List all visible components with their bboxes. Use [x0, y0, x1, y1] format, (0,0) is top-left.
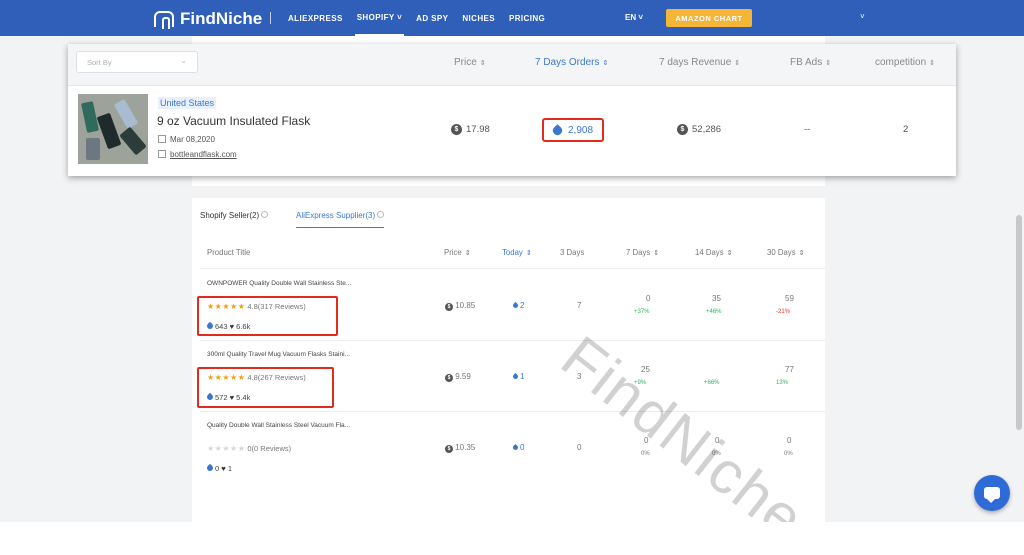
page-bottom-area: [0, 522, 1024, 555]
change-30-days: 13%: [776, 380, 789, 386]
orders-14-days: 35: [712, 294, 721, 303]
detail-header-today[interactable]: Today ⇕: [502, 248, 532, 257]
supplier-product-title[interactable]: 300ml Quality Travel Mug Vacuum Flasks S…: [207, 351, 350, 358]
orders-3-days: 7: [577, 301, 582, 310]
tag-icon: [551, 123, 564, 137]
user-menu-caret[interactable]: ˅: [860, 12, 865, 21]
help-icon: [261, 211, 269, 218]
sort-icon: ⇕: [825, 60, 832, 67]
nav-item-shopify[interactable]: SHOPIFY ˅: [354, 0, 405, 36]
store-link[interactable]: bottleandflask.com: [158, 150, 237, 159]
product-revenue: $52,286: [677, 124, 721, 135]
today-orders: 0: [511, 443, 524, 452]
nav-item-aliexpress[interactable]: ALIEXPRESS: [286, 0, 345, 36]
chevron-down-icon: ⌄: [180, 56, 187, 65]
row-divider: [200, 411, 825, 412]
today-orders: 2: [511, 301, 524, 310]
column-header-competition[interactable]: competition ⇕: [875, 57, 935, 68]
orders-3-days: 0: [577, 443, 582, 452]
competition-value: 2: [903, 124, 909, 135]
detail-header-30-days[interactable]: 30 Days ⇕: [767, 248, 804, 257]
table-header: Sort By ⌄ Price ⇕ 7 Days Orders ⇕ 7 days R…: [68, 44, 956, 86]
language-selector[interactable]: EN ˅: [625, 13, 643, 22]
highlighted-product-row: Sort By ⌄ Price ⇕ 7 Days Orders ⇕ 7 days R…: [68, 44, 956, 176]
orders-likes: 572 ♥ 5.4k: [205, 392, 250, 402]
top-navbar: FindNiche ALIEXPRESS SHOPIFY ˅ AD SPY NI…: [0, 0, 1024, 36]
calendar-icon: [158, 135, 166, 143]
nav-item-pricing[interactable]: PRICING: [507, 0, 547, 36]
column-header-7-days-orders[interactable]: 7 Days Orders ⇕: [535, 57, 608, 68]
fb-ads-value: --: [804, 124, 811, 135]
help-icon: [377, 211, 385, 218]
nav-item-niches[interactable]: NICHES: [460, 0, 497, 36]
change-7-days: +37%: [634, 309, 650, 315]
nav-menu: ALIEXPRESS SHOPIFY ˅ AD SPY NICHES PRICI…: [286, 0, 547, 36]
orders-7-days: 0: [646, 294, 651, 303]
dollar-icon: $: [451, 124, 462, 135]
orders-value: 2,908: [567, 124, 594, 136]
orders-likes: 643 ♥ 6.6k: [205, 321, 250, 331]
product-date: Mar 08,2020: [158, 135, 215, 144]
column-header-7-days-revenue[interactable]: 7 days Revenue ⇕: [659, 57, 740, 68]
change-30-days: 0%: [784, 451, 793, 457]
sort-icon: ⇕: [929, 60, 936, 67]
product-thumbnail[interactable]: [78, 94, 148, 164]
detail-header-7-days[interactable]: 7 Days ⇕: [626, 248, 659, 257]
product-title[interactable]: 9 oz Vacuum Insulated Flask: [157, 114, 310, 128]
supplier-product-title[interactable]: OWNPOWER Quality Double Wall Stainless S…: [207, 280, 351, 287]
today-orders: 1: [511, 372, 524, 381]
rating-stars: ★★★★★ 4.8(267 Reviews): [207, 373, 306, 382]
orders-30-days: 0: [787, 436, 792, 445]
dollar-icon: $: [677, 124, 688, 135]
column-header-price[interactable]: Price ⇕: [454, 57, 486, 68]
sort-icon: ⇕: [479, 60, 486, 67]
rating-stars: ★★★★★ 4.8(317 Reviews): [207, 302, 306, 311]
supplier-price: $ 10.85: [445, 301, 475, 311]
findniche-logo-icon: [154, 11, 174, 29]
sort-by-select[interactable]: Sort By ⌄: [76, 51, 198, 73]
row-divider: [200, 340, 825, 341]
supplier-price: $ 10.35: [445, 443, 475, 453]
rating-stars: ★★★★★ 0(0 Reviews): [207, 444, 292, 453]
detail-header-title: Product Title: [207, 248, 251, 257]
change-30-days: -21%: [776, 309, 791, 315]
orders-30-days: 77: [785, 365, 794, 374]
orders-30-days: 59: [785, 294, 794, 303]
brand-name: FindNiche: [180, 9, 263, 28]
store-icon: [158, 150, 166, 158]
change-14-days: +66%: [704, 380, 720, 386]
column-header-fb-ads[interactable]: FB Ads ⇕: [790, 57, 831, 68]
orders-highlight: 2,908: [542, 118, 604, 142]
change-14-days: +46%: [706, 309, 722, 315]
chat-button[interactable]: [974, 475, 1010, 511]
country-tag: United States: [158, 97, 217, 109]
supplier-product-title[interactable]: Quality Double Wall Stainless Steel Vacu…: [207, 422, 350, 429]
detail-header-3-days[interactable]: 3 Days: [560, 248, 584, 257]
row-divider: [200, 268, 825, 269]
nav-item-ad-spy[interactable]: AD SPY: [414, 0, 450, 36]
tab-aliexpress-supplier[interactable]: AliExpress Supplier(3): [296, 211, 385, 228]
brand-logo[interactable]: FindNiche: [154, 9, 262, 29]
chat-icon: [984, 487, 1000, 503]
orders-likes: 0 ♥ 1: [205, 463, 232, 473]
amazon-chart-button[interactable]: AMAZON CHART: [666, 9, 752, 27]
sort-icon: ⇕: [734, 60, 741, 67]
page-scrollbar[interactable]: [1016, 215, 1022, 430]
detail-header-price[interactable]: Price ⇕: [444, 248, 471, 257]
tab-shopify-seller[interactable]: Shopify Seller(2): [200, 211, 269, 220]
product-price: $17.98: [451, 124, 490, 135]
sort-icon: ⇕: [602, 60, 609, 67]
supplier-price: $ 9.59: [445, 372, 471, 382]
sort-by-placeholder: Sort By: [87, 58, 112, 67]
nav-divider: [270, 12, 271, 24]
detail-header-14-days[interactable]: 14 Days ⇕: [695, 248, 732, 257]
